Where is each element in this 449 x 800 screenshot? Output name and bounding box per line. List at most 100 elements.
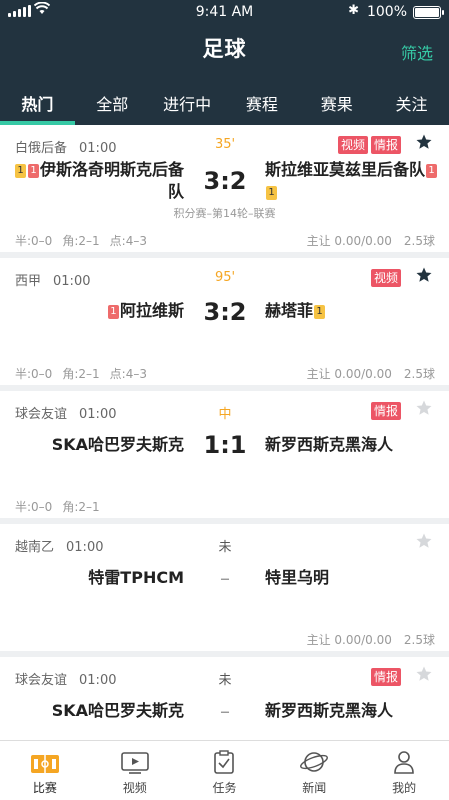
star-icon[interactable] (415, 266, 433, 284)
tab-2[interactable]: 进行中 (150, 86, 225, 125)
card-count: 1 (314, 305, 326, 319)
intel-badge[interactable]: 情报 (370, 136, 401, 154)
nav-label: 新闻 (302, 781, 327, 795)
stat-corner: 角:2–1 (62, 367, 100, 381)
stat-corner: 角:2–1 (62, 234, 100, 248)
match-card[interactable]: 球会友谊 01:00 中 情报 SKA哈巴罗夫斯克 1:1 新罗西斯克黑海人半:0–0 角:2… (0, 391, 449, 518)
home-team: 特雷TPHCM (14, 567, 184, 589)
league-name: 白俄后备 01:00 (15, 137, 116, 156)
match-stats: 半:0–0 角:2–1 (15, 498, 110, 515)
tab-5[interactable]: 关注 (374, 86, 449, 125)
league-label: 白俄后备 (15, 141, 68, 156)
stat-corner: 角:2–1 (62, 500, 100, 514)
nav-label: 我的 (392, 781, 417, 795)
home-team: 1 阿拉维斯 (14, 300, 184, 322)
status-bar: 9:41 AM ✱ 100% (0, 0, 449, 24)
battery-percent: 100% (366, 4, 407, 20)
away-team-name: 新罗西斯克黑海人 (265, 701, 394, 720)
match-card[interactable]: 白俄后备 01:00 35' 视频 情报 1 1 伊斯洛奇明斯克后备队 3:2 斯拉维亚莫兹里后备… (0, 125, 449, 252)
away-team: 新罗西斯克黑海人 (265, 434, 440, 456)
away-team: 特里乌明 (265, 567, 440, 589)
kickoff-time: 01:00 (79, 407, 117, 422)
news-icon (269, 741, 359, 775)
away-team: 斯拉维亚莫兹里后备队 11 (265, 159, 440, 203)
badges: 视频 (370, 269, 401, 287)
odds-info: 主让 0.00/0.00 2.5球 (295, 631, 435, 648)
tab-0[interactable]: 热门 (0, 86, 75, 125)
home-team-name: 特雷TPHCM (88, 568, 184, 587)
nav-match[interactable]: 比赛 (0, 741, 90, 800)
profile-icon (359, 741, 449, 775)
card-count: 1 (107, 305, 119, 319)
tab-1[interactable]: 全部 (75, 86, 150, 125)
total-goals: 2.5球 (403, 234, 435, 248)
score: – (220, 566, 230, 590)
nav-label: 视频 (122, 781, 147, 795)
match-card[interactable]: 西甲 01:00 95' 视频 1 阿拉维斯 3:2 赫塔菲 1 半:0–0 角:2–1 点:4–3 主… (0, 258, 449, 385)
kickoff-time: 01:00 (66, 540, 104, 555)
score: 1:1 (203, 431, 247, 459)
page-title: 足球 (202, 37, 247, 61)
match-stats: 半:0–0 角:2–1 点:4–3 (15, 232, 157, 249)
match-card[interactable]: 越南乙 01:00 未特雷TPHCM – 特里乌明 主让 0.00/0.00 2.5球 (0, 524, 449, 651)
nav-news[interactable]: 新闻 (269, 741, 359, 800)
league-name: 球会友谊 01:00 (15, 669, 116, 688)
star-icon[interactable] (415, 133, 433, 151)
card-count: 1 (28, 164, 39, 178)
home-team: SKA哈巴罗夫斯克 (14, 434, 184, 456)
nav-profile[interactable]: 我的 (359, 741, 449, 800)
video-icon (90, 741, 180, 775)
badges: 情报 (370, 402, 401, 420)
star-icon[interactable] (415, 532, 433, 550)
bottom-nav: 比赛 视频 任务 新闻 我的 (0, 740, 449, 800)
app-header: 9:41 AM ✱ 100% 足球 筛选 热门 全部 进行中 赛程 赛果 关注 (0, 0, 449, 125)
handicap: 主让 0.00/0.00 (306, 367, 392, 381)
nav-video[interactable]: 视频 (90, 741, 180, 800)
star-icon[interactable] (415, 399, 433, 417)
kickoff-time: 01:00 (79, 673, 117, 688)
match-icon (0, 741, 90, 775)
star-icon[interactable] (415, 665, 433, 683)
match-status: 95' (214, 270, 236, 285)
away-team-name: 斯拉维亚莫兹里后备队 (265, 160, 426, 179)
tab-4[interactable]: 赛果 (299, 86, 374, 125)
filter-button[interactable]: 筛选 (401, 40, 433, 64)
kickoff-time: 01:00 (79, 141, 117, 156)
match-stats: 半:0–0 角:2–1 点:4–3 (15, 365, 157, 382)
score: 3:2 (203, 167, 247, 195)
home-team: 1 1 伊斯洛奇明斯克后备队 (14, 159, 184, 203)
intel-badge[interactable]: 情报 (370, 668, 401, 686)
handicap: 主让 0.00/0.00 (306, 234, 392, 248)
total-goals: 2.5球 (403, 367, 435, 381)
nav-label: 比赛 (32, 781, 57, 795)
video-badge[interactable]: 视频 (370, 269, 401, 287)
video-badge[interactable]: 视频 (337, 136, 368, 154)
match-status: 35' (214, 137, 236, 152)
match-status: 未 (218, 673, 232, 688)
score: – (220, 699, 230, 723)
stat-half: 半:0–0 (15, 367, 53, 381)
kickoff-time: 01:00 (53, 274, 91, 289)
match-card[interactable]: 球会友谊 01:00 未 情报 SKA哈巴罗夫斯克 – 新罗西斯克黑海人 (0, 657, 449, 740)
home-team-name: SKA哈巴罗夫斯克 (51, 435, 184, 454)
away-team-name: 新罗西斯克黑海人 (265, 435, 394, 454)
handicap: 主让 0.00/0.00 (306, 633, 392, 647)
league-name: 球会友谊 01:00 (15, 403, 116, 422)
intel-badge[interactable]: 情报 (370, 402, 401, 420)
card-count: 1 (266, 186, 277, 200)
home-team-name: SKA哈巴罗夫斯克 (51, 701, 184, 720)
bluetooth-icon: ✱ (348, 3, 359, 18)
tab-3[interactable]: 赛程 (224, 86, 299, 125)
league-label: 西甲 (15, 274, 42, 289)
league-label: 越南乙 (15, 540, 55, 555)
odds-info: 主让 0.00/0.00 2.5球 (295, 365, 435, 382)
league-label: 球会友谊 (15, 407, 68, 422)
away-team-name: 赫塔菲 (265, 301, 314, 320)
battery-icon (413, 6, 444, 19)
task-icon (180, 741, 270, 775)
away-team: 新罗西斯克黑海人 (265, 700, 440, 722)
match-status: 中 (218, 407, 232, 422)
match-list[interactable]: 白俄后备 01:00 35' 视频 情报 1 1 伊斯洛奇明斯克后备队 3:2 斯拉维亚莫兹里后备… (0, 125, 449, 740)
league-label: 球会友谊 (15, 673, 68, 688)
nav-task[interactable]: 任务 (180, 741, 270, 800)
